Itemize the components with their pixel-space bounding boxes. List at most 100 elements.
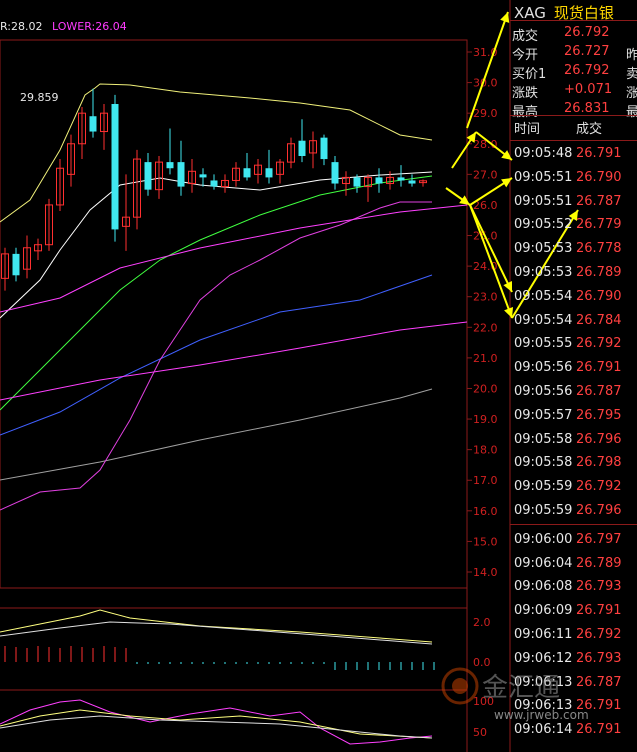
- candle-body: [375, 177, 383, 184]
- candle-body: [298, 140, 306, 156]
- tick-time: 09:05:48: [514, 146, 573, 161]
- tick-time: 09:05:53: [514, 241, 573, 257]
- quote-value: +0.071: [564, 82, 613, 97]
- candle-body: [243, 168, 251, 178]
- tick-time: 09:05:51: [514, 169, 573, 185]
- tick-time: 09:05:59: [514, 479, 573, 495]
- candle-body: [408, 180, 416, 184]
- macd-panel: [0, 609, 435, 670]
- quote-next-label: 卖: [626, 67, 637, 82]
- sidebar-divider: [510, 20, 637, 21]
- legend-upper: R:28.02: [0, 20, 43, 33]
- candle-body: [320, 137, 328, 160]
- ma-pink: [0, 204, 468, 313]
- tick-price: 26.789: [576, 555, 622, 571]
- axis-tick-label: 22.0: [473, 321, 498, 334]
- tick-time: 09:05:56: [514, 384, 573, 399]
- ma-green: [0, 175, 433, 411]
- tick-price: 26.792: [576, 627, 622, 642]
- tick-price: 26.795: [576, 407, 622, 423]
- tick-price: 26.797: [576, 531, 622, 547]
- tick-price: 26.789: [576, 265, 622, 280]
- sidebar-divider: [510, 115, 637, 116]
- tick-header-price: 成交: [576, 122, 603, 137]
- axis-tick-label: 17.0: [473, 474, 498, 487]
- watermark-brand: 金汇通: [482, 673, 560, 703]
- legend-lower: LOWER:26.04: [52, 20, 127, 33]
- kdj-k-line: [0, 709, 433, 739]
- kdj-panel: [0, 699, 433, 745]
- axis-tick-label: 14.0: [473, 566, 498, 579]
- tick-price: 26.787: [576, 193, 622, 209]
- arrow-head: [500, 12, 510, 23]
- quote-next-label: 昨: [626, 48, 637, 63]
- tick-time: 09:05:59: [514, 503, 573, 518]
- tick-price: 26.793: [576, 650, 622, 666]
- tick-time: 09:05:51: [514, 193, 573, 209]
- macd-axis-label: 2.0: [473, 616, 491, 629]
- quote-label: 涨跌: [512, 86, 539, 101]
- kdj-axis-label: 50: [473, 726, 487, 739]
- quote-value: 26.727: [564, 44, 610, 59]
- tick-price: 26.791: [576, 146, 622, 161]
- sidebar-divider: [510, 524, 637, 525]
- tick-price: 26.796: [576, 431, 622, 447]
- axis-tick-label: 15.0: [473, 535, 498, 548]
- candle-body: [177, 162, 185, 187]
- ma-blue: [0, 274, 433, 436]
- tick-time: 09:05:58: [514, 455, 573, 471]
- tick-price: 26.790: [576, 288, 622, 304]
- watermark-logo: 金汇通: [441, 667, 560, 705]
- quote-label: 今开: [512, 48, 539, 63]
- tick-price: 26.790: [576, 169, 622, 185]
- ma-magenta: [0, 321, 468, 401]
- sidebar-divider: [510, 140, 637, 141]
- tick-price: 26.798: [576, 455, 622, 471]
- tick-header-time: 时间: [514, 122, 541, 137]
- watermark-site: www.jrweb.com: [494, 708, 589, 722]
- tick-time: 09:05:53: [514, 265, 573, 280]
- quote-value: 26.831: [564, 101, 610, 116]
- tick-time: 09:06:08: [514, 579, 573, 595]
- tick-price: 26.791: [576, 603, 622, 619]
- tick-time: 09:05:57: [514, 407, 573, 423]
- candle-body: [166, 162, 174, 169]
- quote-next-label: 最: [626, 105, 637, 120]
- quote-label: 买价1: [512, 67, 547, 82]
- candle-body: [331, 162, 339, 184]
- candle-body: [199, 174, 207, 178]
- candle-body: [397, 177, 405, 181]
- quote-value: 26.792: [564, 63, 610, 78]
- axis-tick-label: 19.0: [473, 413, 498, 426]
- high-price-label: 29.859: [20, 91, 59, 104]
- arrow-head: [459, 195, 470, 205]
- quote-label: 成交: [512, 29, 539, 44]
- tick-price: 26.784: [576, 312, 622, 328]
- quote-value: 26.792: [564, 25, 610, 40]
- indicator-legend: R:28.02 LOWER:26.04: [0, 20, 127, 33]
- lower-band: [0, 201, 432, 511]
- tick-time: 09:05:54: [514, 288, 573, 304]
- quote-sidebar: XAG 现货白银 成交 26.792 今开 26.727 昨买价1 26.792 卖涨跌 +0.…: [510, 0, 637, 752]
- quote-next-label: 涨: [626, 86, 637, 101]
- arrow-head: [466, 132, 476, 143]
- tick-price: 26.791: [576, 360, 622, 376]
- tick-price: 26.796: [576, 503, 622, 518]
- axis-tick-label: 29.0: [473, 107, 498, 120]
- axis-tick-label: 16.0: [473, 505, 498, 518]
- candle-body: [353, 177, 361, 187]
- axis-tick-label: 20.0: [473, 382, 498, 395]
- candle-body: [111, 104, 119, 230]
- axis-tick-label: 27.0: [473, 168, 498, 181]
- tick-time: 09:05:58: [514, 431, 573, 447]
- annotation-arrow: [469, 204, 513, 293]
- candle-body: [210, 180, 218, 187]
- tick-time: 09:06:11: [514, 627, 573, 642]
- candle-body: [89, 116, 97, 132]
- indicator-lines: [0, 83, 468, 511]
- axis-tick-label: 23.0: [473, 291, 498, 304]
- tick-price: 26.778: [576, 241, 622, 257]
- axis-tick-label: 18.0: [473, 444, 498, 457]
- main-frame: [0, 39, 468, 589]
- candle-body: [12, 253, 20, 276]
